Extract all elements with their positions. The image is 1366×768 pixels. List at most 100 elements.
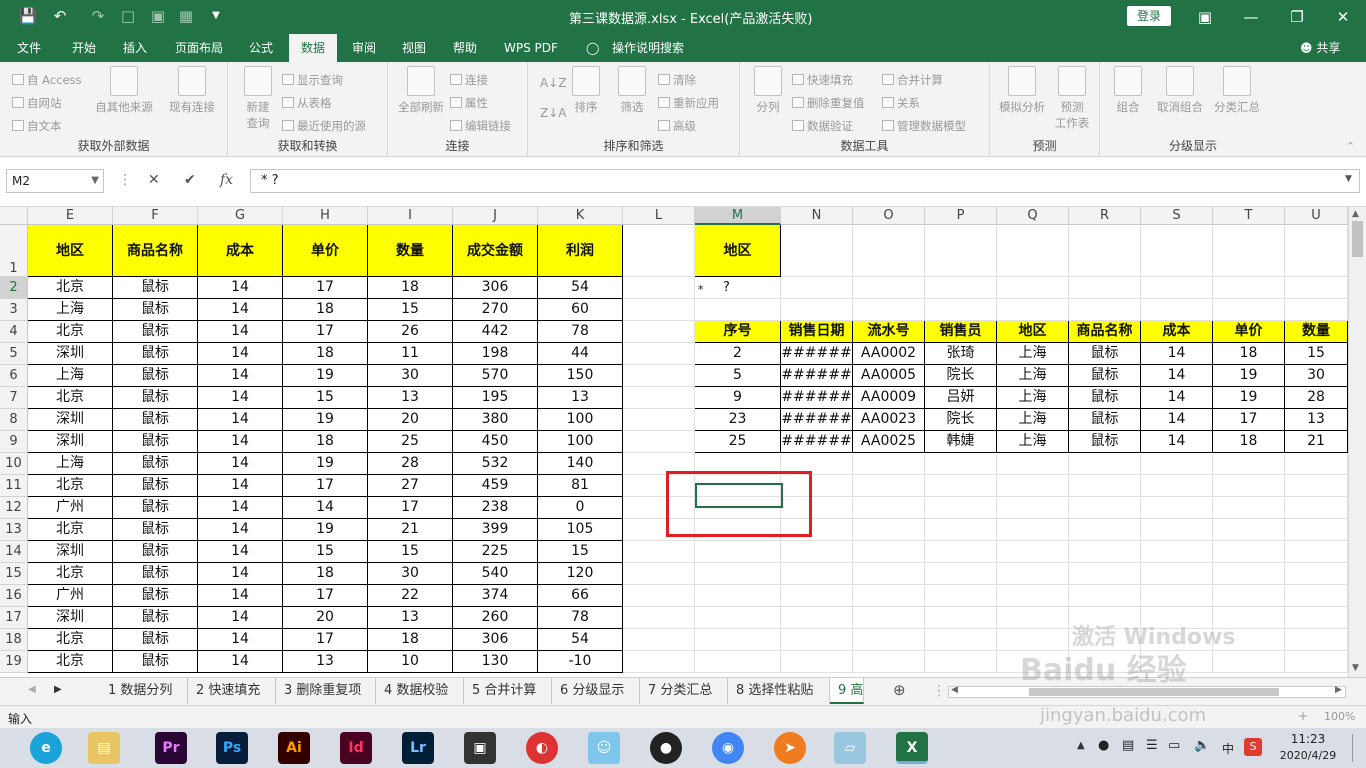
result-cell[interactable]: ###### [781,365,853,387]
grid-cell[interactable] [623,343,695,365]
result-header[interactable]: 销售员 [925,321,997,343]
grid-cell[interactable] [997,585,1069,607]
table-cell[interactable]: 鼠标 [113,277,198,299]
table-cell[interactable]: 14 [198,541,283,563]
table-cell[interactable]: 鼠标 [113,651,198,673]
column-header-h[interactable]: H [283,207,368,225]
table-cell[interactable]: 306 [453,277,538,299]
connections-button[interactable]: 连接 [450,72,488,88]
grid-cell[interactable] [925,299,997,321]
table-cell[interactable]: 532 [453,453,538,475]
row-header-11[interactable]: 11 [0,475,28,497]
grid-cell[interactable] [853,607,925,629]
vertical-scrollbar[interactable]: ▲ ▼ [1348,207,1366,677]
ime-indicator[interactable]: 中 [1222,740,1234,757]
tab-help[interactable]: 帮助 [449,34,481,62]
row-header-12[interactable]: 12 [0,497,28,519]
table-cell[interactable]: 18 [368,629,453,651]
table-cell[interactable]: 鼠标 [113,541,198,563]
row-header-15[interactable]: 15 [0,563,28,585]
grid-cell[interactable] [1141,277,1213,299]
edit-links-button[interactable]: 编辑链接 [450,118,511,134]
table-cell[interactable]: -10 [538,651,623,673]
grid-cell[interactable] [1285,651,1348,673]
table-cell[interactable]: 14 [198,475,283,497]
tab-data[interactable]: 数据 [289,34,338,62]
table-cell[interactable]: 深圳 [28,541,113,563]
grid-cell[interactable] [695,651,781,673]
reapply-button[interactable]: 重新应用 [658,95,719,111]
result-cell[interactable]: 13 [1285,409,1348,431]
table-cell[interactable]: 540 [453,563,538,585]
result-cell[interactable]: 14 [1141,387,1213,409]
row-header-18[interactable]: 18 [0,629,28,651]
row-header-13[interactable]: 13 [0,519,28,541]
grid-cell[interactable] [781,629,853,651]
grid-cell[interactable] [1069,453,1141,475]
grid-cell[interactable] [1213,277,1285,299]
grid-cell[interactable] [1213,541,1285,563]
grid-cell[interactable] [623,225,695,277]
undo-icon[interactable]: ↶ [50,6,70,26]
grid-cell[interactable] [1069,563,1141,585]
table-cell[interactable]: 570 [453,365,538,387]
ribbon-display-icon[interactable]: ▣ [1190,4,1220,30]
table-cell[interactable]: 北京 [28,629,113,651]
grid-cell[interactable] [695,585,781,607]
table-cell[interactable]: 15 [368,541,453,563]
tell-me-search[interactable]: 操作说明搜索 [608,34,688,62]
table-cell[interactable]: 130 [453,651,538,673]
prev-sheet-icon[interactable]: ◀ [28,684,36,695]
column-header-n[interactable]: N [781,207,853,225]
scroll-thumb[interactable] [1352,221,1363,257]
redo-icon[interactable]: ↷ [88,6,108,26]
result-cell[interactable]: 14 [1141,365,1213,387]
result-cell[interactable]: 鼠标 [1069,387,1141,409]
column-header-s[interactable]: S [1141,207,1213,225]
table-cell[interactable]: 北京 [28,321,113,343]
column-header-t[interactable]: T [1213,207,1285,225]
grid-cell[interactable] [925,225,997,277]
tab-file[interactable]: 文件 [13,34,45,62]
table-cell[interactable]: 22 [368,585,453,607]
grid-cell[interactable] [1285,277,1348,299]
clock-time[interactable]: 11:23 [1282,732,1334,746]
expand-formula-bar-icon[interactable]: ▼ [1345,174,1352,184]
cat-app-icon[interactable]: ☺ [588,732,620,764]
tab-wps-pdf[interactable]: WPS PDF [500,34,562,62]
grid-cell[interactable] [695,541,781,563]
sheet-tab[interactable]: 5 合并计算 [464,678,552,704]
row-header-2[interactable]: 2 [0,277,28,299]
table-cell[interactable]: 14 [198,651,283,673]
save-icon[interactable]: 💾 [18,6,38,26]
illustrator-icon[interactable]: Ai [278,732,310,764]
grid-cell[interactable] [1213,563,1285,585]
sort-az-icon[interactable]: A↓Z [540,76,566,90]
column-header-f[interactable]: F [113,207,198,225]
result-cell[interactable]: AA0002 [853,343,925,365]
table-cell[interactable]: 442 [453,321,538,343]
manage-data-model-button[interactable]: 管理数据模型 [882,118,966,134]
scroll-left-icon[interactable]: ◀ [951,685,958,695]
table-header[interactable]: 利润 [538,225,623,277]
result-header[interactable]: 商品名称 [1069,321,1141,343]
media-player-icon[interactable]: ➤ [774,732,806,764]
grid-cell[interactable] [781,299,853,321]
grid-cell[interactable] [1141,541,1213,563]
table-cell[interactable]: 30 [368,365,453,387]
table-cell[interactable]: 14 [198,563,283,585]
table-header[interactable]: 地区 [28,225,113,277]
table-cell[interactable]: 66 [538,585,623,607]
table-cell[interactable]: 15 [368,299,453,321]
grid-cell[interactable] [997,541,1069,563]
sogou-ime-icon[interactable]: S [1244,738,1262,756]
new-file-icon[interactable]: □ [118,6,138,26]
grid-cell[interactable] [1213,651,1285,673]
forecast-sheet-button[interactable]: 预测 工作表 [1050,66,1094,131]
grid-cell[interactable] [853,629,925,651]
table-cell[interactable]: 14 [198,453,283,475]
grid-cell[interactable] [853,651,925,673]
consolidate-button[interactable]: 合并计算 [882,72,943,88]
grid-cell[interactable] [925,453,997,475]
grid-cell[interactable] [853,541,925,563]
